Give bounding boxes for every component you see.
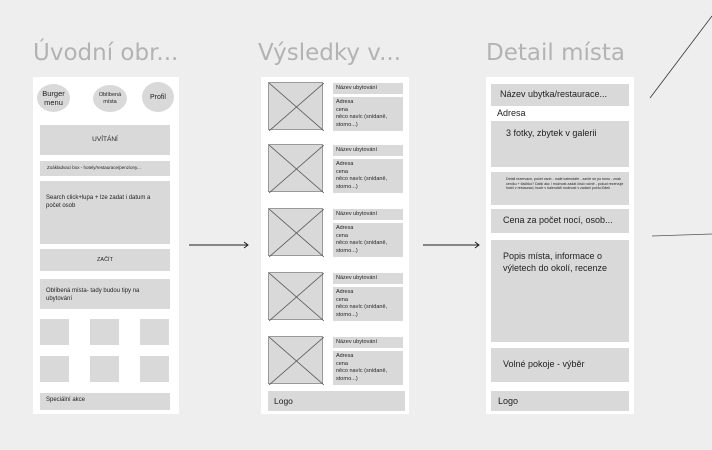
result-detail-line: cena <box>336 360 348 367</box>
result-thumbnail[interactable] <box>268 208 324 257</box>
results-logo: Logo <box>274 396 293 406</box>
profile-label: Profil <box>150 93 166 101</box>
search-type-box[interactable]: Zoákladvaci box - hotely/restaurace/penz… <box>40 161 170 176</box>
result-detail-line: něco navíc (snídaně, storno...) <box>336 114 388 128</box>
welcome-label: UVÍTÁNÍ <box>92 136 118 144</box>
result-thumbnail[interactable] <box>268 272 324 321</box>
tile[interactable] <box>140 319 169 345</box>
screen-title-home: Úvodní obr... <box>33 40 179 66</box>
profile-button[interactable]: Profil <box>142 82 174 112</box>
rooms-label: Volné pokoje - výběr <box>503 359 585 369</box>
result-name[interactable]: Název ubytování <box>333 273 403 284</box>
favorite-places-box[interactable]: Oblíbená místa- tady budou tipy na ubyto… <box>40 279 170 309</box>
result-thumbnail[interactable] <box>268 336 324 385</box>
special-offers-box[interactable]: Speciální akce <box>40 393 170 410</box>
result-name-label: Název ubytování <box>336 147 377 153</box>
result-detail-line: cena <box>336 106 348 113</box>
result-details: Adresa cena něco navíc (snídaně, storno...… <box>333 223 403 257</box>
place-name: Název ubytka/restaurace... <box>500 89 608 99</box>
search-type-label: Zoákladvaci box - hotely/restaurace/penz… <box>47 165 141 170</box>
result-name[interactable]: Název ubytování <box>333 209 403 220</box>
place-address: Adresa <box>497 108 526 118</box>
description-box: Popis místa, informace o výletech do oko… <box>491 240 629 342</box>
tile[interactable] <box>90 319 119 345</box>
result-thumbnail[interactable] <box>268 144 324 193</box>
result-details: Adresa cena něco navíc (snídaně, storno...… <box>333 159 403 193</box>
tile[interactable] <box>140 356 169 382</box>
result-detail-line: Adresa <box>336 225 354 231</box>
flow-arrow-1 <box>189 241 249 249</box>
detail-logo: Logo <box>498 396 519 406</box>
result-detail-line: Adresa <box>336 289 354 295</box>
result-name[interactable]: Název ubytování <box>333 337 403 348</box>
place-name-box: Název ubytka/restaurace... <box>491 84 629 106</box>
start-label: ZAČÍT <box>97 257 113 263</box>
search-description: Search click+lupa + lze zadat i datum a … <box>46 195 151 209</box>
favorite-places-label: Oblíbená místa- tady budou tipy na ubyto… <box>46 288 140 302</box>
image-placeholder-icon <box>269 337 324 385</box>
burger-menu-button[interactable]: Burger menu <box>37 84 70 112</box>
price-box[interactable]: Cena za počet nocí, osob... <box>491 209 629 233</box>
result-thumbnail[interactable] <box>268 82 324 131</box>
image-placeholder-icon <box>269 273 324 321</box>
start-button[interactable]: ZAČÍT <box>40 249 170 271</box>
flow-arrow-2 <box>423 241 480 249</box>
connector-lines <box>649 15 712 237</box>
screen-title-results: Výsledky v... <box>258 40 402 66</box>
reservation-details: Detail rezervace, počet osob - malé kale… <box>506 177 624 191</box>
tile[interactable] <box>40 356 69 382</box>
home-frame: Burger menu Oblíbená místa Profil UVÍTÁN… <box>33 77 179 414</box>
image-placeholder-icon <box>269 83 324 131</box>
result-detail-line: něco navíc (snídaně, storno...) <box>336 240 388 254</box>
welcome-box: UVÍTÁNÍ <box>40 125 170 155</box>
results-logo-box: Logo <box>268 391 405 411</box>
description-label: Popis místa, informace o výletech do oko… <box>503 251 608 273</box>
rooms-box[interactable]: Volné pokoje - výběr <box>491 348 629 382</box>
result-detail-line: Adresa <box>336 99 354 105</box>
favorites-label: Oblíbená místa <box>98 91 122 105</box>
result-detail-line: něco navíc (snídaně, storno...) <box>336 176 388 190</box>
screen-title-detail: Detail místa <box>486 40 625 66</box>
image-placeholder-icon <box>269 209 324 257</box>
detail-frame: Název ubytka/restaurace... Adresa 3 fotk… <box>486 77 634 414</box>
result-detail-line: cena <box>336 168 348 175</box>
burger-menu-label: Burger menu <box>42 89 65 107</box>
result-name[interactable]: Název ubytování <box>333 83 403 94</box>
price-label: Cena za počet nocí, osob... <box>503 215 613 225</box>
result-details: Adresa cena něco navíc (snídaně, storno...… <box>333 351 403 385</box>
result-name[interactable]: Název ubytování <box>333 145 403 156</box>
results-frame: Název ubytování Adresa cena něco navíc (sní… <box>261 77 409 414</box>
result-details: Adresa cena něco navíc (snídaně, storno...… <box>333 287 403 321</box>
result-detail-line: něco navíc (snídaně, storno...) <box>336 304 388 318</box>
result-detail-line: něco navíc (snídaně, storno...) <box>336 368 388 382</box>
result-name-label: Název ubytování <box>336 275 377 281</box>
photos-box[interactable]: 3 fotky, zbytek v galerii <box>491 121 629 167</box>
image-placeholder-icon <box>269 145 324 193</box>
result-detail-line: cena <box>336 232 348 239</box>
search-box[interactable]: Search click+lupa + lze zadat i datum a … <box>40 181 170 244</box>
tile[interactable] <box>90 356 119 382</box>
result-detail-line: Adresa <box>336 353 354 359</box>
result-name-label: Název ubytování <box>336 339 377 345</box>
reservation-details-box[interactable]: Detail rezervace, počet osob - malé kale… <box>491 172 629 205</box>
result-details: Adresa cena něco navíc (snídaně, storno...… <box>333 97 403 131</box>
result-name-label: Název ubytování <box>336 211 377 217</box>
photos-label: 3 fotky, zbytek v galerii <box>506 128 597 138</box>
favorites-button[interactable]: Oblíbená místa <box>93 85 127 112</box>
tile[interactable] <box>40 319 69 345</box>
result-name-label: Název ubytování <box>336 85 377 91</box>
special-offers-label: Speciální akce <box>46 397 86 403</box>
result-detail-line: Adresa <box>336 161 354 167</box>
detail-logo-box: Logo <box>491 391 629 411</box>
result-detail-line: cena <box>336 296 348 303</box>
